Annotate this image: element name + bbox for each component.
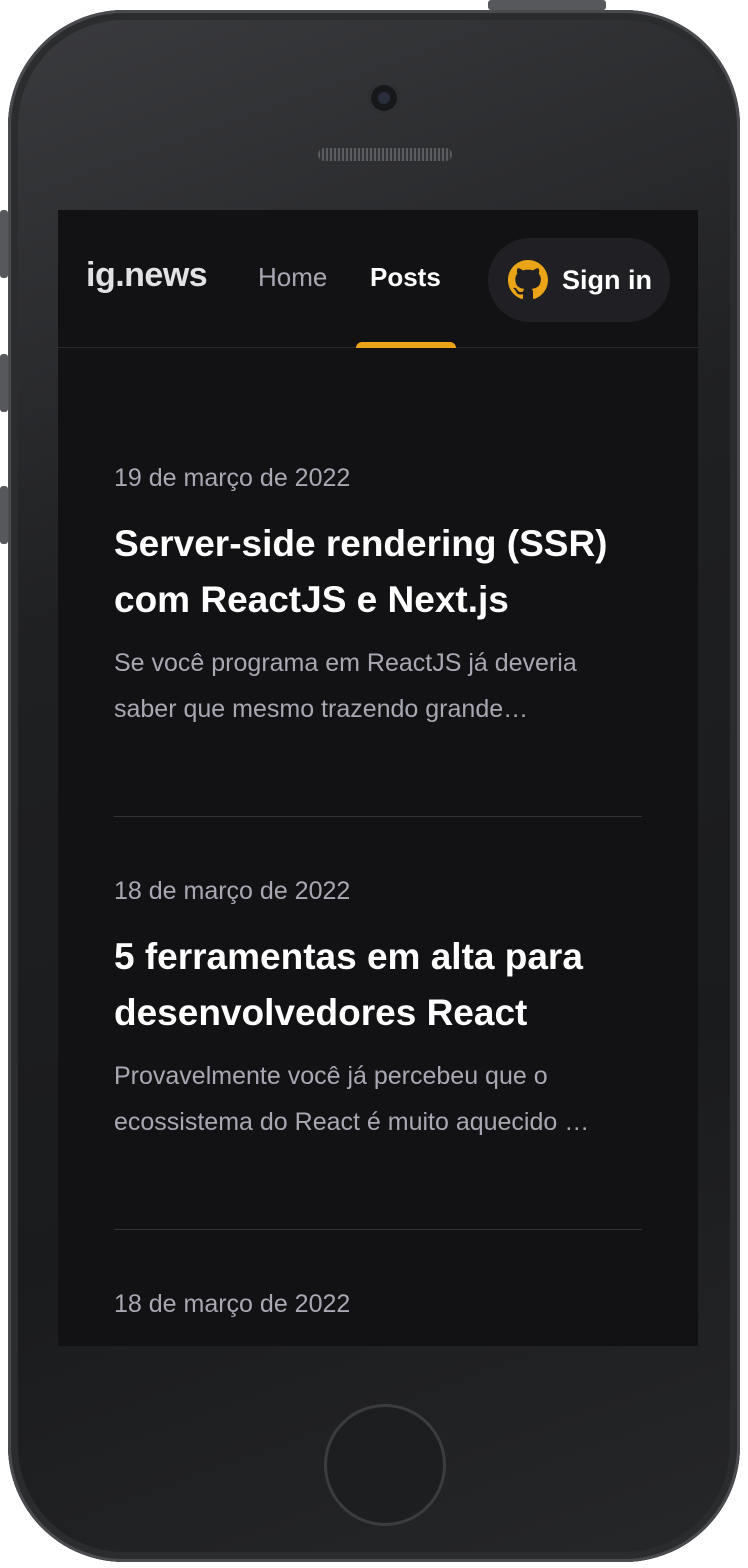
nav-home-link[interactable]: Home bbox=[258, 262, 327, 293]
post-title: Server-side rendering (SSR) com ReactJS … bbox=[114, 523, 608, 620]
home-button[interactable] bbox=[324, 1404, 446, 1526]
nav-posts-link[interactable]: Posts bbox=[370, 262, 441, 293]
post-item[interactable]: 18 de março de 2022 5 ferramentas em alt… bbox=[114, 873, 642, 1230]
post-date: 19 de março de 2022 bbox=[114, 464, 351, 492]
post-date: 18 de março de 2022 bbox=[114, 1290, 351, 1318]
post-title: 5 ferramentas em alta para desenvolvedor… bbox=[114, 936, 583, 1033]
app-screen: ig.news Home Posts Sign in 19 de março d… bbox=[58, 210, 698, 1346]
post-item[interactable]: 19 de março de 2022 Server-side renderin… bbox=[114, 460, 642, 817]
site-header: ig.news Home Posts Sign in bbox=[58, 210, 698, 348]
post-date: 18 de março de 2022 bbox=[114, 877, 351, 905]
volume-up-button bbox=[0, 354, 8, 412]
front-camera bbox=[368, 82, 400, 114]
sign-in-label: Sign in bbox=[562, 264, 652, 295]
post-excerpt: Provavelmente você já percebeu que o eco… bbox=[114, 1053, 642, 1145]
posts-list: 19 de março de 2022 Server-side renderin… bbox=[114, 460, 642, 1322]
earpiece-speaker bbox=[318, 148, 452, 161]
post-excerpt-line: Se você programa em ReactJS já deveria bbox=[114, 649, 577, 677]
nav-active-indicator bbox=[356, 342, 456, 348]
logo[interactable]: ig.news bbox=[86, 256, 208, 295]
post-excerpt: Se você programa em ReactJS já deveria s… bbox=[114, 640, 642, 732]
post-item[interactable]: 18 de março de 2022 bbox=[114, 1286, 642, 1322]
github-icon bbox=[508, 260, 548, 300]
post-excerpt-line: Provavelmente você já percebeu que o bbox=[114, 1062, 548, 1090]
mute-switch bbox=[0, 210, 8, 278]
post-excerpt-line: ecossistema do React é muito aquecido … bbox=[114, 1108, 590, 1136]
volume-down-button bbox=[0, 486, 8, 544]
power-button bbox=[488, 0, 606, 10]
post-excerpt-line: saber que mesmo trazendo grande… bbox=[114, 695, 529, 723]
sign-in-button[interactable]: Sign in bbox=[488, 238, 670, 322]
